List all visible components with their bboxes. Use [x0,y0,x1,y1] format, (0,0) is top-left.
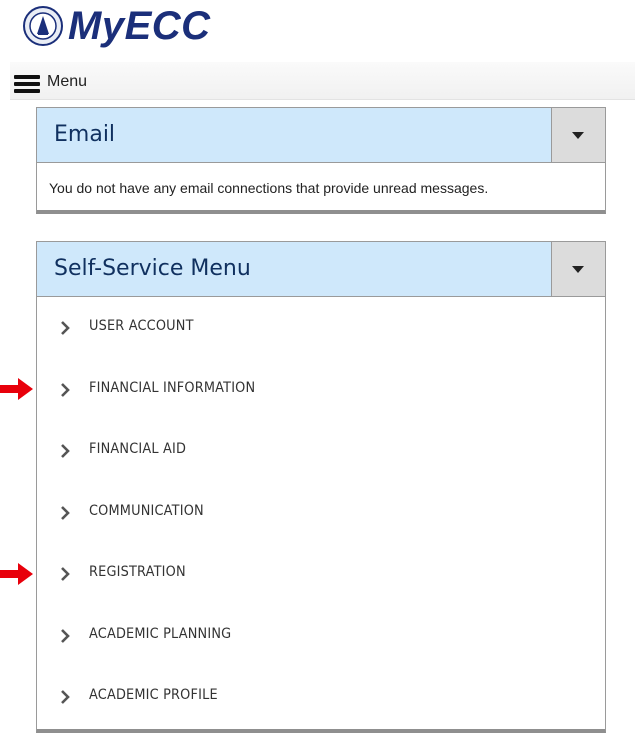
self-service-panel-toggle-button[interactable] [551,242,605,296]
menu-item-label: ACADEMIC PROFILE [89,687,218,703]
email-panel-toggle-button[interactable] [551,108,605,162]
menu-item-communication[interactable]: COMMUNICATION [37,482,605,544]
self-service-panel-title: Self-Service Menu [54,256,251,281]
menu-item-label: COMMUNICATION [89,502,204,519]
menu-item-academic-planning[interactable]: ACADEMIC PLANNING [37,605,605,667]
chevron-right-icon [61,690,70,704]
menu-item-financial-information[interactable]: FINANCIAL INFORMATION [37,359,605,421]
chevron-right-icon [61,321,70,335]
self-service-menu-list: USER ACCOUNT FINANCIAL INFORMATION FINAN… [37,297,605,728]
chevron-right-icon [61,628,70,643]
email-panel: Email You do not have any email connecti… [36,107,606,214]
chevron-right-icon [61,505,70,520]
menu-label[interactable]: Menu [47,73,87,91]
menu-item-label: USER ACCOUNT [89,318,194,334]
menu-item-financial-aid[interactable]: FINANCIAL AID [37,420,605,482]
menu-item-academic-profile[interactable]: ACADEMIC PROFILE [37,666,605,728]
menu-item-user-account[interactable]: USER ACCOUNT [37,297,605,359]
brand-logo-text[interactable]: MyECC [68,2,211,50]
chevron-right-icon [61,444,70,458]
email-panel-title: Email [54,122,116,147]
logo-bar: MyECC [0,0,639,58]
college-seal-icon [23,6,63,46]
email-panel-message: You do not have any email connections th… [49,180,489,196]
menu-item-registration[interactable]: REGISTRATION [37,543,605,605]
self-service-panel-header: Self-Service Menu [37,242,605,297]
chevron-right-icon [61,567,70,581]
menu-item-label: FINANCIAL AID [89,441,187,457]
menu-item-label: FINANCIAL INFORMATION [89,379,256,396]
chevron-right-icon [61,382,70,397]
menu-item-label: ACADEMIC PLANNING [89,625,232,642]
annotation-arrow-icon [0,378,33,400]
self-service-panel: Self-Service Menu USER ACCOUNT FINANCIAL… [36,241,606,733]
hamburger-icon[interactable] [14,75,40,93]
menu-bar: Menu [10,62,635,100]
caret-down-icon [572,266,584,273]
caret-down-icon [572,132,584,139]
annotation-arrow-icon [0,563,33,585]
email-panel-header: Email [37,108,605,163]
menu-item-label: REGISTRATION [89,564,186,580]
